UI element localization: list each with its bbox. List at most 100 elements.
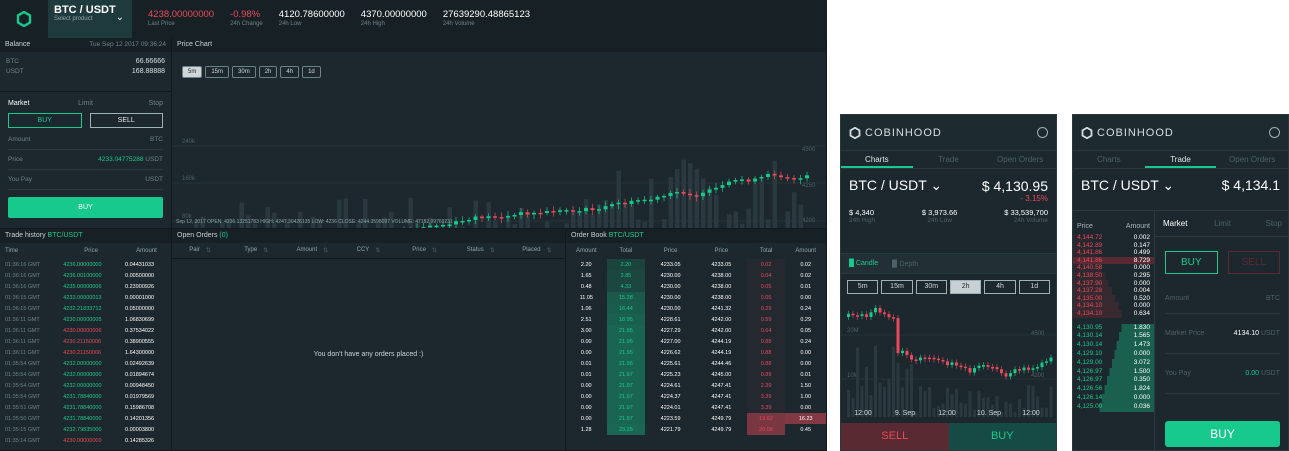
order-book-row[interactable]: 0.01 21.96 4225.61 4244.46 0.88 0.00 [566,358,826,369]
order-book-row[interactable]: 0.00 21.95 4226.62 4244.19 0.88 0.00 [566,347,826,358]
order-book-row[interactable]: 1.28 23.25 4221.79 4249.79 20.06 0.45 [566,424,826,435]
tab-limit[interactable]: Limit [1203,219,1243,228]
ask-row[interactable]: 4,142.89 0.147 [1073,241,1154,250]
order-book-row[interactable]: 11.05 15.38 4230.00 4238.00 0.05 0.00 [566,292,826,303]
sell-toggle-button[interactable]: SELL [89,113,163,128]
ask-row[interactable]: 4,138.50 0.295 [1073,271,1154,280]
volume-axis-label: 240k [182,139,196,145]
order-book-row[interactable]: 0.00 21.97 4223.59 4249.79 19.62 16.23 [566,413,826,424]
you-pay-field[interactable]: You Pay 0.00 USDT [1165,354,1280,394]
bid-row[interactable]: 4,125.00 0.036 [1073,402,1154,412]
order-book-row[interactable]: 1.65 3.85 4230.00 4238.00 0.04 0.02 [566,270,826,281]
bid-row[interactable]: 4,126.14 0.000 [1073,393,1154,403]
ask-row[interactable]: 4,140.58 0.000 [1073,264,1154,272]
order-book-row[interactable]: 2.51 18.95 4228.61 4242.00 0.59 0.29 [566,314,826,325]
ob-cell: 0.01 [800,371,812,378]
buy-submit-button[interactable]: BUY [8,197,163,218]
order-book-row[interactable]: 3.00 21.95 4227.29 4242.00 0.64 0.05 [566,325,826,336]
buy-submit-button[interactable]: BUY [1165,421,1280,447]
oo-header-cell[interactable]: CCY ⇅ [340,247,396,254]
interval-1d-button[interactable]: 1d [302,66,321,78]
sell-toggle-button[interactable]: SELL [1227,251,1280,274]
bid-row[interactable]: 4,126.56 1.824 [1073,385,1154,394]
cobinhood-logo-icon[interactable] [0,0,48,38]
amount-field[interactable]: Amount BTC [8,130,163,150]
candle [919,357,922,361]
trade-price: 4231.78840000 [63,415,102,422]
ob-cell: 21.95 [606,325,646,336]
candlestick-chart[interactable]: 240k160k80k43004250420005:0005:3006:0006… [172,78,827,228]
tab-open-orders[interactable]: Open Orders [984,151,1056,168]
bid-row[interactable]: 4,130.95 1.830 [1073,323,1154,333]
order-book-row[interactable]: 0.00 21.97 4224.01 4247.41 3.39 0.00 [566,402,826,413]
ask-row[interactable]: 4,135.00 0.520 [1073,294,1154,303]
candle [896,318,900,354]
buy-toggle-button[interactable]: BUY [1165,251,1218,274]
tab-limit[interactable]: Limit [60,100,112,107]
amount-field[interactable]: Amount BTC [1165,284,1280,314]
order-book-row[interactable]: 0.01 21.97 4225.23 4245.00 0.89 0.01 [566,369,826,380]
avatar-icon[interactable] [1037,127,1048,138]
order-book-row[interactable]: 1.06 16.44 4230.00 4241.32 0.29 0.24 [566,303,826,314]
ask-row[interactable]: 4,134.10 0.634 [1073,309,1154,318]
oo-header-cell[interactable]: Status ⇅ [453,247,509,254]
tab-charts[interactable]: Charts [1073,151,1145,168]
ask-row[interactable]: 4,137.28 0.004 [1073,287,1154,295]
interval-4h-button[interactable]: 4h [280,66,300,78]
oo-header-cell[interactable]: Pair ⇅ [172,247,228,254]
buy-button[interactable]: BUY [948,423,1056,450]
tab-open-orders[interactable]: Open Orders [1216,151,1288,168]
cobinhood-logo-icon [849,126,861,139]
market-price-field[interactable]: Market Price 4134.10 USDT [1165,314,1280,354]
tab-trade[interactable]: Trade [913,151,985,168]
bid-row[interactable]: 4,130.14 1.565 [1073,332,1154,342]
tab-market[interactable]: Market [1163,219,1203,228]
bid-row[interactable]: 4,126.97 0.350 [1073,376,1154,386]
price-field[interactable]: Price 4233.04775288 USDT [8,150,163,170]
tab-charts[interactable]: Charts [841,151,913,168]
order-book-row[interactable]: 2.20 2.20 4233.05 4233.05 0.02 0.02 [566,259,826,270]
pair-selector[interactable]: BTC / USDT ⌄ [849,177,942,194]
ask-row[interactable]: 4,141.86 8.729 [1073,256,1154,265]
trade-amount: 0.14201356 [125,415,155,422]
oo-header-cell[interactable]: Type ⇅ [228,247,284,254]
mobile-stat-value: $ 4,340 [849,208,875,217]
interval-15m-button[interactable]: 15m [205,66,230,78]
ask-row[interactable]: 4,137.90 0.000 [1073,279,1154,288]
tab-stop[interactable]: Stop [1242,219,1282,228]
bid-row[interactable]: 4,126.97 1.500 [1073,367,1154,377]
bid-row[interactable]: 4,129.10 0.000 [1073,349,1154,359]
order-book-row[interactable]: 0.00 21.97 4224.61 4247.41 2.39 1.50 [566,380,826,391]
product-selector[interactable]: BTC / USDT Select product ⌄ [48,0,132,38]
ob-cell: 3.85 [606,270,646,281]
tab-depth[interactable]: ▉ Depth [892,260,918,268]
order-book-row[interactable]: 0.00 21.95 4227.00 4244.19 0.88 0.24 [566,336,826,347]
ask-row[interactable]: 4,141.86 0.499 [1073,249,1154,257]
volume-bar [746,208,751,228]
volume-bar [636,219,641,228]
interval-30m-button[interactable]: 30m [232,66,256,78]
tab-trade[interactable]: Trade [1144,151,1217,168]
pair-selector[interactable]: BTC / USDT ⌄ [1081,177,1174,210]
ask-row[interactable]: 4,134.10 0.000 [1073,302,1154,310]
oo-header-cell[interactable]: Placed ⇅ [509,247,565,254]
sell-button[interactable]: SELL [841,423,949,450]
interval-5m-button[interactable]: 5m [182,66,203,78]
tab-candle[interactable]: █ Candle [849,260,878,267]
tab-stop[interactable]: Stop [111,100,163,107]
mobile-candle-chart[interactable]: 20M10M4500420012:00 9. Sep 12:00 10. Sep 12:… [841,287,1057,422]
bid-row[interactable]: 4,129.00 3.072 [1073,358,1154,368]
bid-row[interactable]: 4,130.14 1.473 [1073,341,1154,350]
order-book-row[interactable]: 0.48 4.33 4230.00 4238.00 0.05 0.01 [566,281,826,292]
avatar-icon[interactable] [1269,127,1280,138]
oo-header-cell[interactable]: Price ⇅ [397,247,453,254]
sort-icon: ⇅ [205,248,211,254]
tab-market[interactable]: Market [8,100,60,107]
interval-2h-button[interactable]: 2h [258,66,278,78]
stat-label: 24h Low [278,20,302,27]
oo-header-cell[interactable]: Amount ⇅ [284,247,340,254]
buy-toggle-button[interactable]: BUY [8,113,82,128]
ask-row[interactable]: 4,144.72 0.002 [1073,234,1154,242]
pay-field[interactable]: You Pay USDT [8,170,163,190]
order-book-row[interactable]: 0.00 21.97 4224.37 4247.41 3.39 1.00 [566,391,826,402]
